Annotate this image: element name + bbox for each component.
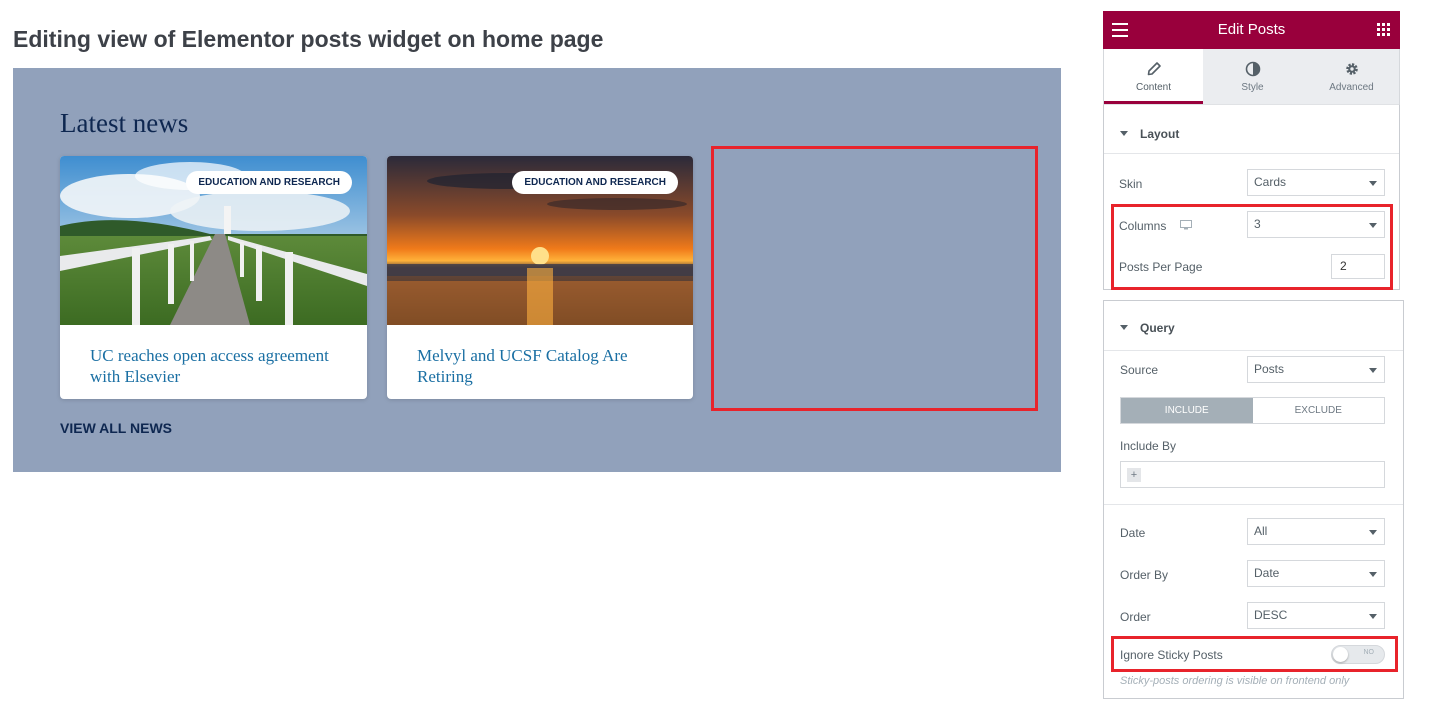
caret-down-icon	[1120, 325, 1128, 330]
caret-down-icon	[1120, 131, 1128, 136]
chevron-down-icon	[1369, 530, 1377, 535]
include-by-field[interactable]: +	[1120, 461, 1385, 488]
include-by-label: Include By	[1120, 439, 1177, 453]
gear-icon	[1345, 63, 1358, 75]
plus-icon[interactable]: +	[1127, 468, 1141, 482]
panel-title: Edit Posts	[1217, 21, 1286, 38]
tab-advanced[interactable]: Advanced	[1302, 49, 1401, 104]
sticky-hint: Sticky-posts ordering is visible on fron…	[1120, 675, 1350, 687]
source-value: Posts	[1254, 362, 1285, 376]
source-label: Source	[1120, 363, 1159, 377]
tab-style[interactable]: Style	[1203, 49, 1302, 104]
date-value: All	[1254, 524, 1268, 538]
skin-select[interactable]: Cards	[1247, 169, 1385, 196]
category-badge[interactable]: EDUCATION AND RESEARCH	[512, 171, 678, 194]
chevron-down-icon	[1369, 181, 1377, 186]
tab-label: Style	[1241, 82, 1264, 93]
page-title: Editing view of Elementor posts widget o…	[13, 26, 604, 52]
tab-label: Content	[1135, 82, 1172, 93]
include-tab[interactable]: INCLUDE	[1121, 398, 1253, 423]
ignore-sticky-highlight	[1111, 636, 1398, 672]
widgets-grid-icon[interactable]	[1377, 23, 1390, 36]
columns-highlight	[1111, 204, 1393, 290]
order-by-value: Date	[1254, 566, 1280, 580]
post-card[interactable]: EDUCATION AND RESEARCH UC reaches open a…	[60, 156, 367, 399]
category-badge[interactable]: EDUCATION AND RESEARCH	[186, 171, 352, 194]
chevron-down-icon	[1369, 614, 1377, 619]
query-section-header[interactable]: Query	[1104, 301, 1403, 351]
pencil-icon	[1147, 62, 1161, 76]
tab-label: Advanced	[1329, 82, 1374, 93]
chevron-down-icon	[1369, 368, 1377, 373]
exclude-tab[interactable]: EXCLUDE	[1253, 398, 1385, 423]
source-select[interactable]: Posts	[1247, 356, 1385, 383]
order-select[interactable]: DESC	[1247, 602, 1385, 629]
include-exclude-switch: INCLUDE EXCLUDE	[1120, 397, 1385, 424]
half-circle-icon	[1245, 61, 1260, 77]
view-all-news-link[interactable]: VIEW ALL NEWS	[60, 420, 172, 436]
empty-column-highlight	[711, 146, 1038, 411]
post-title-link[interactable]: Melvyl and UCSF Catalog Are Retiring	[417, 345, 669, 387]
skin-value: Cards	[1254, 175, 1287, 189]
order-by-select[interactable]: Date	[1247, 560, 1385, 587]
layout-section-header[interactable]: Layout	[1104, 105, 1399, 154]
section-title: Query	[1140, 321, 1175, 335]
order-value: DESC	[1254, 608, 1288, 622]
divider	[1104, 504, 1403, 505]
panel-tabs: Content Style Advanced	[1103, 49, 1400, 104]
chevron-down-icon	[1369, 572, 1377, 577]
order-by-label: Order By	[1120, 568, 1169, 582]
posts-widget-preview[interactable]: Latest news EDUCATION AND RESEARCH UC re…	[13, 68, 1061, 472]
section-heading: Latest news	[60, 108, 189, 138]
tab-content[interactable]: Content	[1104, 49, 1203, 104]
date-select[interactable]: All	[1247, 518, 1385, 545]
post-card[interactable]: EDUCATION AND RESEARCH Melvyl and UCSF C…	[387, 156, 693, 399]
date-label: Date	[1120, 526, 1146, 540]
section-title: Layout	[1140, 127, 1180, 141]
post-title-link[interactable]: UC reaches open access agreement with El…	[90, 345, 343, 387]
panel-header: Edit Posts	[1103, 11, 1400, 49]
order-label: Order	[1120, 610, 1151, 624]
skin-label: Skin	[1119, 177, 1143, 191]
